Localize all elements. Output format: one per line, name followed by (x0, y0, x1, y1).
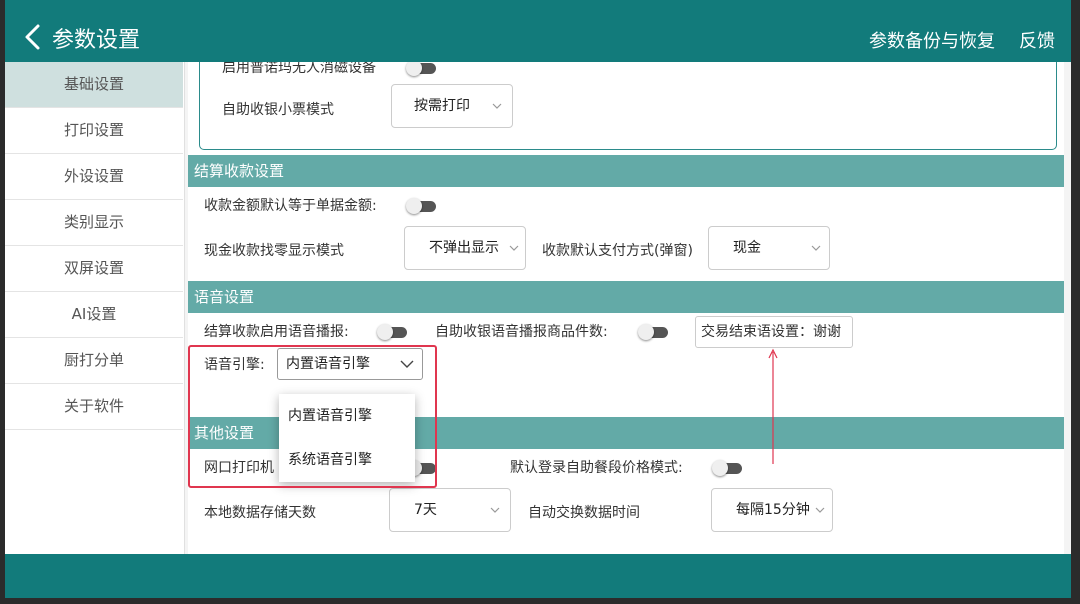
backup-restore-button[interactable]: 参数备份与恢复 (869, 31, 995, 53)
settings-sidebar: 基础设置 打印设置 外设设置 类别显示 双屏设置 AI设置 厨打分单 关于软件 (5, 62, 185, 554)
chevron-down-icon (492, 103, 502, 109)
sidebar-item-ai[interactable]: AI设置 (5, 292, 183, 338)
settlement-section-header: 结算收款设置 (188, 155, 1064, 187)
sidebar-item-dual-screen[interactable]: 双屏设置 (5, 246, 183, 292)
voice-engine-select[interactable]: 内置语音引擎 (277, 348, 423, 380)
settings-content: 启用普诺玛无人消磁设备 自助收银小票模式 按需打印 结算收款设置 收款金额默认等… (188, 62, 1064, 554)
self-service-voice-label: 自助收银语音播报商品件数: (435, 324, 608, 340)
default-payment-select[interactable]: 现金 (708, 226, 830, 270)
sidebar-item-category[interactable]: 类别显示 (5, 200, 183, 246)
voice-engine-dropdown: 内置语音引擎 系统语音引擎 (279, 394, 415, 482)
chevron-down-icon (490, 507, 500, 513)
default-payment-label: 收款默认支付方式(弹窗) (542, 243, 693, 259)
voice-engine-option-builtin[interactable]: 内置语音引擎 (279, 394, 415, 438)
back-arrow-icon[interactable] (19, 22, 49, 52)
chevron-down-icon (400, 360, 414, 368)
network-printer-label: 网口打印机 (204, 460, 274, 476)
storage-days-select[interactable]: 7天 (389, 488, 511, 532)
sidebar-item-about[interactable]: 关于软件 (5, 384, 183, 430)
settlement-voice-toggle[interactable] (377, 324, 409, 340)
storage-days-label: 本地数据存储天数 (204, 505, 316, 521)
bottom-bar (5, 554, 1071, 598)
cash-change-select[interactable]: 不弹出显示 (404, 226, 526, 270)
auto-exchange-label: 自动交换数据时间 (528, 505, 640, 521)
self-service-receipt-select[interactable]: 按需打印 (391, 84, 513, 128)
voice-engine-label: 语音引擎: (204, 357, 265, 373)
chevron-down-icon (811, 245, 821, 251)
chevron-down-icon (815, 507, 825, 513)
page-title: 参数设置 (52, 28, 141, 53)
default-login-label: 默认登录自助餐段价格模式: (510, 460, 683, 476)
sidebar-item-print[interactable]: 打印设置 (5, 108, 183, 154)
app-window: 参数设置 参数备份与恢复 反馈 基础设置 打印设置 外设设置 类别显示 双屏设置… (5, 0, 1071, 598)
self-service-voice-toggle[interactable] (638, 324, 670, 340)
cash-change-label: 现金收款找零显示模式 (204, 243, 344, 259)
self-service-card: 启用普诺玛无人消磁设备 自助收银小票模式 按需打印 (199, 62, 1057, 150)
chevron-down-icon (509, 245, 519, 251)
demagnetizer-toggle-label: 启用普诺玛无人消磁设备 (222, 62, 376, 76)
default-amount-toggle[interactable] (406, 198, 438, 214)
settlement-voice-label: 结算收款启用语音播报: (204, 324, 349, 340)
auto-exchange-select[interactable]: 每隔15分钟 (711, 488, 833, 532)
voice-engine-option-system[interactable]: 系统语音引擎 (279, 438, 415, 482)
end-phrase-field[interactable]: 交易结束语设置：谢谢 (695, 316, 853, 348)
default-login-toggle[interactable] (712, 460, 744, 476)
default-amount-label: 收款金额默认等于单据金额: (204, 198, 377, 214)
app-bar: 参数设置 参数备份与恢复 反馈 (5, 0, 1071, 62)
sidebar-item-peripheral[interactable]: 外设设置 (5, 154, 183, 200)
self-service-receipt-label: 自助收银小票模式 (222, 102, 334, 118)
feedback-button[interactable]: 反馈 (1019, 31, 1055, 53)
sidebar-item-kitchen-print[interactable]: 厨打分单 (5, 338, 183, 384)
sidebar-item-basic[interactable]: 基础设置 (5, 62, 183, 108)
voice-section-header: 语音设置 (188, 281, 1064, 313)
demagnetizer-toggle[interactable] (406, 62, 438, 76)
